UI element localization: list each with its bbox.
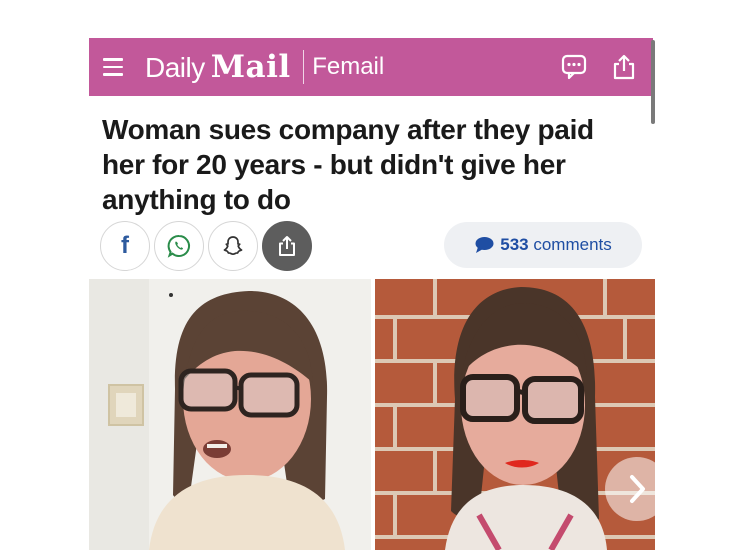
share-bar: f xyxy=(100,221,312,271)
logo-mail: Mail xyxy=(210,49,291,85)
facebook-share-button[interactable]: f xyxy=(100,221,150,271)
snapchat-icon xyxy=(223,236,243,256)
comments-button[interactable]: 533 comments xyxy=(444,222,642,268)
comments-count-label: 533 comments xyxy=(500,235,612,255)
scrollbar[interactable] xyxy=(651,40,655,124)
facebook-icon: f xyxy=(121,232,129,259)
snapchat-share-button[interactable] xyxy=(208,221,258,271)
more-share-button[interactable] xyxy=(262,221,312,271)
woman-speaking-photo[interactable] xyxy=(89,279,371,550)
menu-icon[interactable] xyxy=(103,58,123,76)
comments-word: comments xyxy=(533,235,612,254)
share-upload-icon[interactable] xyxy=(609,52,639,82)
photo-gallery xyxy=(89,279,655,550)
site-header: Daily Mail Femail xyxy=(89,38,653,96)
article-headline: Woman sues company after they paid her f… xyxy=(102,114,594,215)
section-label[interactable]: Femail xyxy=(312,53,384,81)
whatsapp-share-button[interactable] xyxy=(154,221,204,271)
site-logo[interactable]: Daily Mail xyxy=(145,49,291,85)
share-icon xyxy=(279,236,295,256)
comments-count: 533 xyxy=(500,235,529,254)
logo-divider xyxy=(302,50,305,84)
speech-bubble-icon xyxy=(475,237,494,253)
chevron-right-icon xyxy=(630,475,645,503)
logo-daily: Daily xyxy=(145,52,205,83)
comment-bubble-icon[interactable] xyxy=(559,52,589,82)
whatsapp-icon xyxy=(167,234,190,258)
